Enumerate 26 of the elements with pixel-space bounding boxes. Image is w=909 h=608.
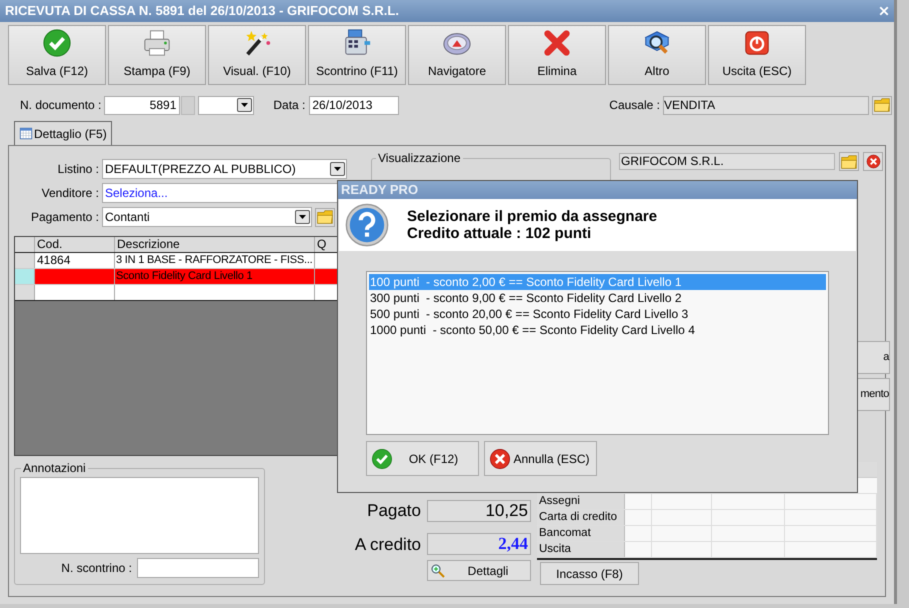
- field-label: Listino :: [56, 161, 100, 178]
- table-cell: 3 IN 1 BASE - RAFFORZATORE - FISS...: [115, 253, 315, 268]
- total-field: 10,25: [427, 500, 531, 522]
- credit-text: Credito attuale : 102 punti: [407, 225, 592, 242]
- table-cell: Uscita: [537, 542, 625, 557]
- field-label: Data :: [273, 97, 306, 114]
- column-header: Descrizione: [115, 237, 315, 252]
- table-cell: 41864: [35, 253, 115, 268]
- field-label: N. scontrino :: [61, 560, 132, 577]
- column-header: Cod.: [35, 237, 115, 252]
- field-label: N. documento :: [20, 97, 102, 114]
- table-cell: Sconto Fidelity Card Livello 1: [115, 269, 315, 284]
- table-cell: Carta di credito: [537, 510, 625, 525]
- group-label: Visualizzazione: [376, 151, 462, 165]
- table-cell: Assegni: [537, 494, 625, 509]
- total-label: Pagato: [367, 500, 421, 522]
- table-cell: Bancomat: [537, 526, 625, 541]
- total-label: A credito: [354, 534, 421, 556]
- field-label: Causale :: [609, 97, 660, 114]
- window-title: RICEVUTA DI CASSA N. 5891 del 26/10/2013 - GRIFOCOM S.R.L.: [5, 2, 399, 20]
- field-label: Pagamento :: [30, 209, 100, 226]
- dialog-message: Selezionare il premio da assegnare: [407, 208, 658, 225]
- group-label: Annotazioni: [21, 461, 88, 475]
- field-label: Venditore :: [40, 185, 100, 202]
- dialog-title: READY PRO: [338, 181, 857, 199]
- total-field: 2,44: [427, 533, 531, 556]
